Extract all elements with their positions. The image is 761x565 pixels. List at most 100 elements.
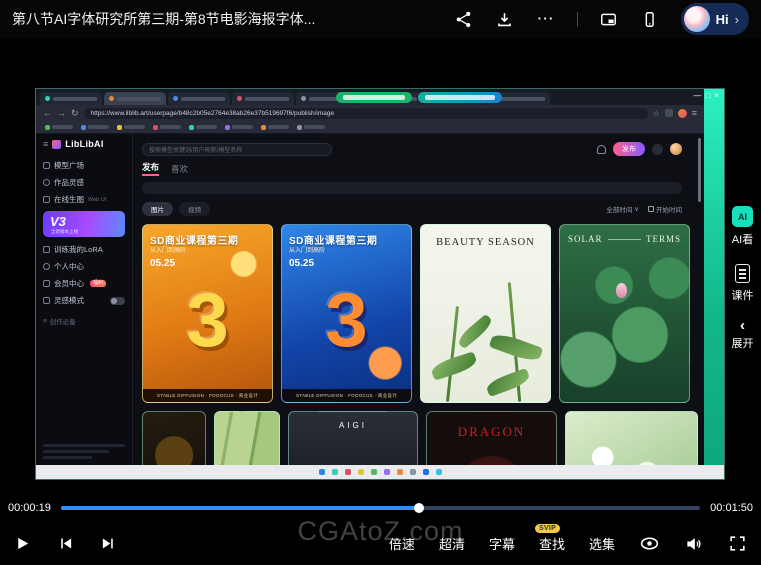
page-url: https://www.liblib.art/userpage/b48c2b05… (91, 110, 335, 117)
user-pill[interactable]: Hi › (681, 3, 749, 35)
previous-episode-button[interactable] (57, 535, 74, 552)
bamboo-stem (446, 306, 459, 402)
download-icon[interactable] (495, 9, 515, 29)
poster-card-soft-green[interactable] (565, 411, 698, 465)
recorded-browser-window: ← → ↻ https://www.liblib.art/userpage/b4… (36, 89, 704, 465)
subtitle-button[interactable]: 字幕 (489, 534, 515, 553)
next-episode-button[interactable] (100, 535, 117, 552)
taskbar-app-icon (436, 469, 442, 475)
favicon (297, 125, 302, 130)
video-player-app: 第八节AI字体研究所第三期-第8节电影海报字体... ⋯ Hi › (0, 0, 761, 565)
play-button[interactable] (14, 535, 31, 552)
crown-icon (43, 280, 50, 287)
danmaku-eye-icon[interactable] (639, 533, 660, 554)
find-button[interactable]: SVIP查找 (539, 534, 565, 553)
reload-icon: ↻ (71, 109, 79, 118)
share-icon[interactable] (454, 9, 474, 29)
progress-fill (61, 506, 419, 510)
svip-badge: SVIP (535, 524, 560, 533)
text-blob (181, 97, 225, 101)
sidebar-item-online-generate[interactable]: 在线生图Web UI (43, 191, 125, 208)
train-icon (43, 246, 50, 253)
poster-card-beauty-season[interactable]: BEAUTY SEASON (420, 224, 551, 403)
compass-icon (43, 179, 50, 186)
taskbar-app-icon (358, 469, 364, 475)
publish-button[interactable]: 发布 (613, 142, 645, 156)
episode-list-button[interactable]: 选集 (589, 534, 615, 553)
window-controls: —□× (693, 91, 723, 100)
poster-card-dark-art[interactable] (142, 411, 206, 465)
more-icon[interactable]: ⋯ (536, 9, 556, 29)
minimize-icon: — (693, 91, 705, 100)
poster-card-solar-terms[interactable]: SOLAR TERMS (559, 224, 690, 403)
v3-promo-banner[interactable]: V3 全新版本上线 (43, 211, 125, 237)
recording-ad-banner (336, 92, 412, 103)
recording-ad-banner (418, 92, 502, 103)
favicon (109, 96, 114, 101)
favicon (117, 125, 122, 130)
favicon (301, 96, 306, 101)
poster-card-sd-course-blue[interactable]: SD商业课程第三期 从入门到高阶05.25 3 STABLE DIFFUSION… (281, 224, 412, 403)
courseware-button[interactable]: 课件 (732, 264, 754, 303)
close-icon: × (714, 91, 723, 100)
sidebar-item-model-plaza[interactable]: 模型广场 (43, 157, 125, 174)
course-side-tools: AI AI看 课件 ‹ 展开 (725, 206, 760, 351)
poster-card-bamboo-green[interactable] (214, 411, 280, 465)
quality-button[interactable]: 超清 (439, 534, 465, 553)
poster-card-aigi[interactable]: AIGI (288, 411, 418, 465)
user-greeting: Hi (716, 12, 729, 27)
sidebar-item-inspiration[interactable]: 作品灵感 (43, 174, 125, 191)
site-logo: ≡ LibLibAI (43, 139, 125, 149)
sidebar-footer (43, 444, 125, 461)
favicon (261, 125, 266, 130)
tab-likes[interactable]: 喜欢 (171, 163, 188, 175)
sidebar-item-inspiration-mode[interactable]: 灵感模式 (43, 292, 125, 309)
search-input[interactable]: 搜索模型关键词/用户昵称/模型名称 (142, 143, 332, 156)
video-frame[interactable]: —□× ← → ↻ https://www.liblib.art/userpag… (35, 88, 725, 480)
speed-button[interactable]: 倍速 (389, 534, 415, 553)
sidebar-item-membership[interactable]: 会员中心福利 (43, 275, 125, 292)
divider (577, 12, 578, 27)
volume-icon[interactable] (684, 534, 704, 554)
bookmark-item (153, 125, 181, 130)
filter-row: 图片 视频 全部时间 ∨ 开始时间 (142, 202, 682, 216)
player-controls: 倍速 超清 字幕 SVIP查找 选集 (0, 522, 761, 565)
filter-chip-video[interactable]: 视频 (179, 202, 210, 216)
divider (608, 239, 641, 240)
fullscreen-icon[interactable] (728, 534, 747, 553)
mode-toggle[interactable] (110, 297, 125, 305)
expand-button[interactable]: ‹ 展开 (732, 320, 754, 351)
v3-title: V3 (50, 214, 66, 229)
hamburger-icon[interactable]: ≡ (43, 139, 48, 149)
bookmark-item (225, 125, 253, 130)
search-placeholder: 搜索模型关键词/用户昵称/模型名称 (149, 145, 242, 154)
sidebar-item-train-lora[interactable]: 训练我的LoRA (43, 241, 125, 258)
video-title: 第八节AI字体研究所第三期-第8节电影海报字体... (12, 9, 315, 29)
v3-subtitle: 全新版本上线 (51, 229, 78, 235)
sidebar-item-personal-center[interactable]: 个人中心 (43, 258, 125, 275)
grid-icon (43, 162, 50, 169)
page-scrollbar[interactable] (698, 138, 701, 202)
favicon (173, 96, 178, 101)
filter-chip-image[interactable]: 图片 (142, 202, 173, 216)
progress-bar[interactable] (61, 506, 700, 510)
total-time: 00:01:50 (710, 502, 753, 514)
time-range-dropdown[interactable]: 全部时间 ∨ (606, 204, 639, 214)
theme-toggle-icon[interactable] (652, 144, 663, 155)
poster-card-dragon[interactable]: DRAGON (426, 411, 557, 465)
favicon (45, 96, 50, 101)
poster-card-sd-course-orange[interactable]: SD商业课程第三期 从入门到高阶05.25 3 STABLE DIFFUSION… (142, 224, 273, 403)
site-avatar[interactable] (670, 143, 682, 155)
pip-icon[interactable] (599, 9, 619, 29)
chevron-left-icon: ‹ (740, 320, 745, 331)
text-blob (160, 125, 181, 129)
start-date-picker[interactable]: 开始时间 (648, 204, 682, 214)
bulb-icon (43, 297, 50, 304)
browser-tab (232, 92, 294, 105)
bell-icon[interactable] (597, 145, 606, 154)
phone-cast-icon[interactable] (640, 9, 660, 29)
progress-handle[interactable] (414, 503, 424, 513)
collapsed-banner[interactable] (142, 182, 682, 194)
ai-watch-button[interactable]: AI AI看 (732, 206, 753, 247)
tab-publish[interactable]: 发布 (142, 161, 159, 176)
